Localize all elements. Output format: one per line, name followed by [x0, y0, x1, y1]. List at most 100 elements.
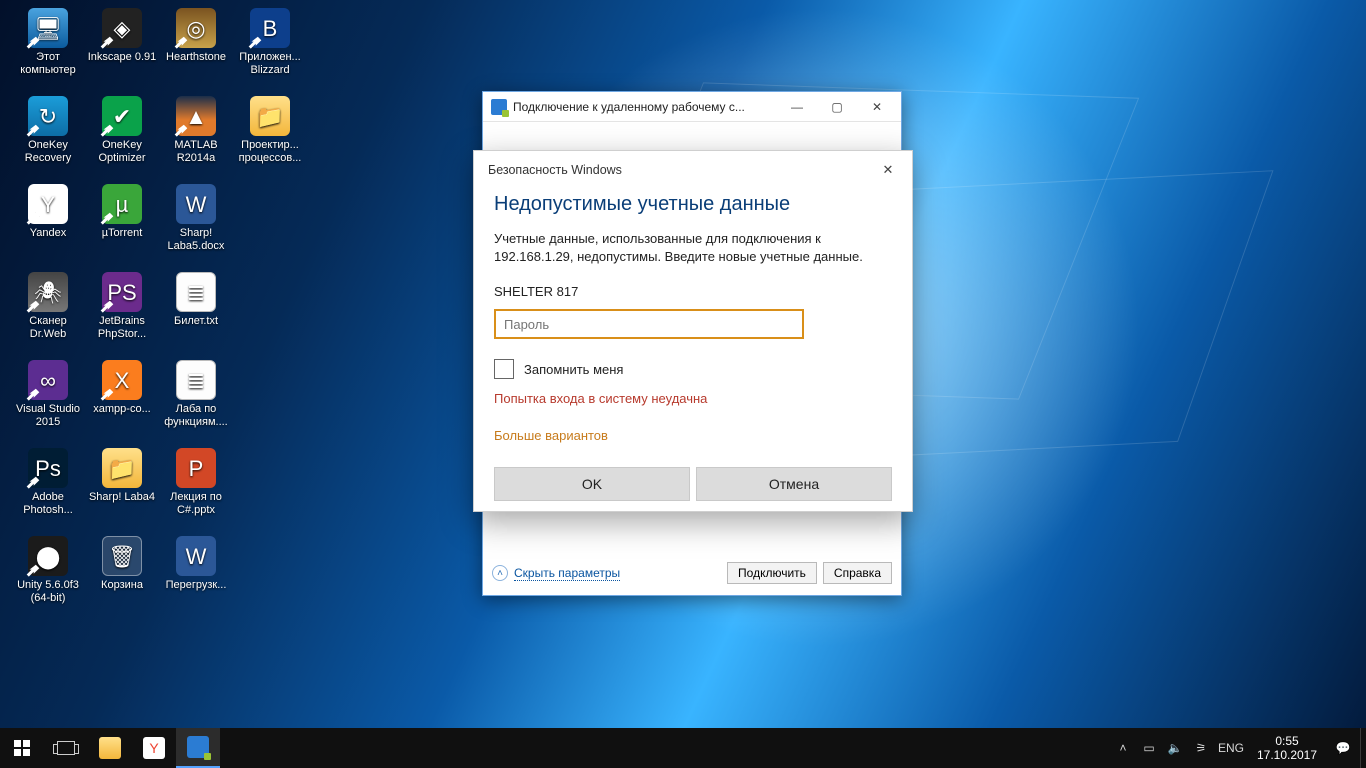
app-icon: P	[176, 448, 216, 488]
action-center-button[interactable]: 💬	[1326, 741, 1360, 755]
desktop-icon-label: xampp-co...	[86, 403, 158, 416]
desktop-icon-label: MATLAB R2014a	[160, 139, 232, 165]
yandex-icon: Y	[143, 737, 165, 759]
show-desktop-button[interactable]	[1360, 728, 1366, 768]
desktop-icon[interactable]: WSharp! Laba5.docx	[160, 184, 232, 253]
desktop-icon[interactable]: ≣Лаба по функциям....	[160, 360, 232, 429]
desktop-icon[interactable]: ∞ Visual Studio 2015	[12, 360, 84, 429]
clock[interactable]: 0:55 17.10.2017	[1248, 734, 1326, 762]
credentials-heading: Недопустимые учетные данные	[494, 193, 892, 216]
desktop-icon[interactable]: ✔ OneKey Optimizer	[86, 96, 158, 165]
volume-icon[interactable]: 🔈	[1162, 741, 1188, 755]
credentials-titlebar[interactable]: Безопасность Windows ✕	[474, 151, 912, 189]
app-icon: 🕷	[28, 272, 68, 312]
ok-button[interactable]: OK	[494, 467, 690, 501]
desktop-icon-label: Hearthstone	[160, 51, 232, 64]
wifi-icon[interactable]: ⚞	[1188, 741, 1214, 755]
remember-label: Запомнить меня	[524, 362, 623, 377]
battery-icon[interactable]: ▭	[1136, 741, 1162, 755]
task-view-icon	[57, 741, 75, 755]
desktop-icon-label: Adobe Photosh...	[12, 491, 84, 517]
desktop-icon[interactable]: WПерегрузк...	[160, 536, 232, 592]
desktop-icon-label: Yandex	[12, 227, 84, 240]
desktop-icon-label: Перегрузк...	[160, 579, 232, 592]
task-view-button[interactable]	[44, 728, 88, 768]
desktop-icon[interactable]: ◈Inkscape 0.91	[86, 8, 158, 64]
more-options-link[interactable]: Больше вариантов	[494, 428, 892, 443]
remember-checkbox[interactable]	[494, 359, 514, 379]
system-tray: ˄ ▭ 🔈 ⚞ ENG 0:55 17.10.2017 💬	[1110, 728, 1366, 768]
app-icon: X	[102, 360, 142, 400]
app-icon: ⬤	[28, 536, 68, 576]
credentials-close-button[interactable]: ✕	[868, 155, 908, 185]
app-icon: ✔	[102, 96, 142, 136]
desktop-icon[interactable]: ⬤ Unity 5.6.0f3 (64-bit)	[12, 536, 84, 605]
app-icon: 🖥	[28, 8, 68, 48]
credentials-caption: Безопасность Windows	[488, 163, 622, 177]
start-button[interactable]	[0, 728, 44, 768]
clock-date: 17.10.2017	[1248, 748, 1326, 762]
remember-me[interactable]: Запомнить меня	[494, 359, 892, 379]
desktop-icon[interactable]: Xxampp-co...	[86, 360, 158, 416]
rdp-titlebar[interactable]: Подключение к удаленному рабочему с... —…	[483, 92, 901, 122]
minimize-button[interactable]: —	[777, 93, 817, 121]
desktop-icon-label: Unity 5.6.0f3 (64-bit)	[12, 579, 84, 605]
desktop-icon-label: Inkscape 0.91	[86, 51, 158, 64]
desktop-icon[interactable]: ≣Билет.txt	[160, 272, 232, 328]
taskbar: Y ˄ ▭ 🔈 ⚞ ENG 0:55 17.10.2017 💬	[0, 728, 1366, 768]
app-icon: W	[176, 184, 216, 224]
app-icon: µ	[102, 184, 142, 224]
connect-button[interactable]: Подключить	[727, 562, 817, 584]
desktop-icon[interactable]: PSJetBrains PhpStor...	[86, 272, 158, 341]
app-icon: ▲	[176, 96, 216, 136]
desktop-icon[interactable]: Ps Adobe Photosh...	[12, 448, 84, 517]
rdp-bottom-bar: ˄ Скрыть параметры Подключить Справка	[492, 560, 892, 586]
app-icon: ↻	[28, 96, 68, 136]
desktop[interactable]: 🖥 Этот компьютер◈Inkscape 0.91 ◎ Hearthston…	[0, 0, 1366, 728]
desktop-icon[interactable]: 🗑Корзина	[86, 536, 158, 592]
rdp-icon	[187, 736, 209, 758]
desktop-icon[interactable]: BПриложен... Blizzard	[234, 8, 306, 77]
rdp-title-text: Подключение к удаленному рабочему с...	[513, 100, 777, 114]
help-button[interactable]: Справка	[823, 562, 892, 584]
desktop-icon[interactable]: 📁Проектир... процессов...	[234, 96, 306, 165]
desktop-icon-label: Приложен... Blizzard	[234, 51, 306, 77]
desktop-icon[interactable]: µ µTorrent	[86, 184, 158, 240]
desktop-icon[interactable]: 🕷Сканер Dr.Web	[12, 272, 84, 341]
maximize-button[interactable]: ▢	[817, 93, 857, 121]
desktop-icon-label: Лаба по функциям....	[160, 403, 232, 429]
desktop-icon[interactable]: ▲ MATLAB R2014a	[160, 96, 232, 165]
rdp-window: Подключение к удаленному рабочему с... —…	[482, 91, 902, 596]
desktop-icon[interactable]: P Лекция по C#.pptx	[160, 448, 232, 517]
tray-overflow-button[interactable]: ˄	[1110, 741, 1136, 755]
app-icon: ◎	[176, 8, 216, 48]
app-icon: 📁	[102, 448, 142, 488]
desktop-icon-label: OneKey Optimizer	[86, 139, 158, 165]
desktop-icon-label: Лекция по C#.pptx	[160, 491, 232, 517]
credentials-dialog: Безопасность Windows ✕ Недопустимые учет…	[473, 150, 913, 512]
desktop-icon[interactable]: ◎ Hearthstone	[160, 8, 232, 64]
desktop-icon[interactable]: ↻OneKey Recovery	[12, 96, 84, 165]
password-input[interactable]	[494, 309, 804, 339]
desktop-icon-label: Этот компьютер	[12, 51, 84, 77]
desktop-icon-label: Sharp! Laba4	[86, 491, 158, 504]
hide-parameters-link[interactable]: Скрыть параметры	[514, 566, 620, 580]
taskbar-rdp[interactable]	[176, 728, 220, 768]
app-icon: ∞	[28, 360, 68, 400]
app-icon: Ps	[28, 448, 68, 488]
desktop-icon[interactable]: YYandex	[12, 184, 84, 240]
close-button[interactable]: ✕	[857, 93, 897, 121]
folder-icon	[99, 737, 121, 759]
taskbar-yandex[interactable]: Y	[132, 728, 176, 768]
language-indicator[interactable]: ENG	[1214, 741, 1248, 755]
desktop-icon-label: Visual Studio 2015	[12, 403, 84, 429]
app-icon: 📁	[250, 96, 290, 136]
chevron-up-icon[interactable]: ˄	[492, 565, 508, 581]
app-icon: ≣	[176, 272, 216, 312]
taskbar-explorer[interactable]	[88, 728, 132, 768]
desktop-icon[interactable]: 🖥 Этот компьютер	[12, 8, 84, 77]
desktop-icon-label: Корзина	[86, 579, 158, 592]
desktop-icon[interactable]: 📁 Sharp! Laba4	[86, 448, 158, 504]
cancel-button[interactable]: Отмена	[696, 467, 892, 501]
desktop-icon-label: µTorrent	[86, 227, 158, 240]
